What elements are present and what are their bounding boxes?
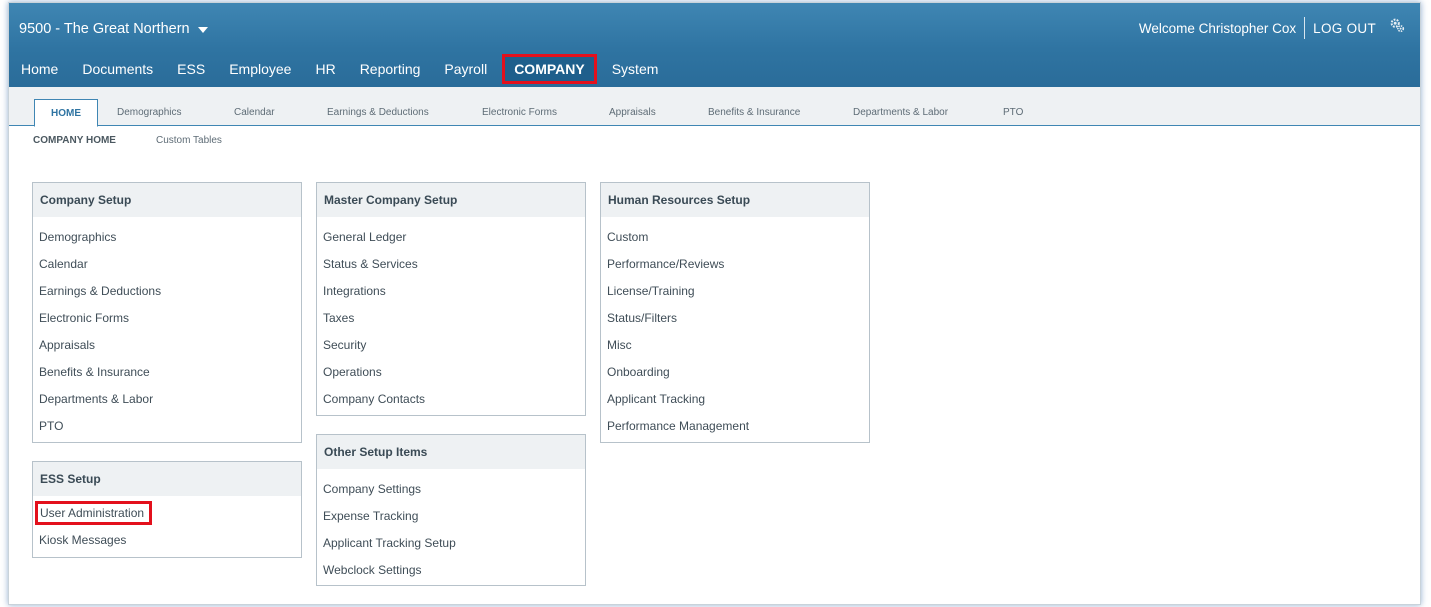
other-setup-items-panel: Other Setup Items Company Settings Expen… [316,434,586,586]
panel-title: Company Setup [33,183,301,217]
link-company-contacts[interactable]: Company Contacts [317,386,585,413]
link-applicant-tracking-setup[interactable]: Applicant Tracking Setup [317,530,585,557]
link-company-settings[interactable]: Company Settings [317,476,585,503]
tab-electronic-forms[interactable]: Electronic Forms [482,100,557,126]
tab-benefits-insurance[interactable]: Benefits & Insurance [708,100,800,126]
link-license-training[interactable]: License/Training [601,278,869,305]
link-calendar[interactable]: Calendar [33,251,301,278]
link-kiosk-messages[interactable]: Kiosk Messages [33,527,301,554]
main-nav: Home Documents ESS Employee HR Reporting… [9,51,670,87]
link-integrations[interactable]: Integrations [317,278,585,305]
tab-appraisals[interactable]: Appraisals [609,100,656,126]
nav-home[interactable]: Home [9,54,70,84]
tab-earnings-deductions[interactable]: Earnings & Deductions [327,100,429,126]
app-window: 9500 - The Great Northern Welcome Christ… [8,2,1421,605]
user-area: Welcome Christopher Cox LOG OUT [1139,17,1406,39]
link-status-services[interactable]: Status & Services [317,251,585,278]
link-status-filters[interactable]: Status/Filters [601,305,869,332]
link-electronic-forms[interactable]: Electronic Forms [33,305,301,332]
tab-demographics[interactable]: Demographics [117,100,181,126]
link-benefits-insurance[interactable]: Benefits & Insurance [33,359,301,386]
panel-title: ESS Setup [33,462,301,496]
link-taxes[interactable]: Taxes [317,305,585,332]
gears-icon[interactable] [1388,16,1406,34]
nav-payroll[interactable]: Payroll [432,54,499,84]
link-onboarding[interactable]: Onboarding [601,359,869,386]
nav-employee[interactable]: Employee [217,54,303,84]
link-expense-tracking[interactable]: Expense Tracking [317,503,585,530]
nav-hr[interactable]: HR [303,54,347,84]
link-label: User Administration [35,501,153,525]
link-appraisals[interactable]: Appraisals [33,332,301,359]
tab-home[interactable]: HOME [34,99,98,127]
company-selector-dropdown[interactable]: 9500 - The Great Northern [19,21,208,37]
panel-title: Other Setup Items [317,435,585,469]
human-resources-setup-panel: Human Resources Setup Custom Performance… [600,182,870,443]
link-general-ledger[interactable]: General Ledger [317,224,585,251]
link-applicant-tracking[interactable]: Applicant Tracking [601,386,869,413]
link-webclock-settings[interactable]: Webclock Settings [317,557,585,584]
link-custom[interactable]: Custom [601,224,869,251]
welcome-text: Welcome Christopher Cox [1138,20,1297,36]
link-security[interactable]: Security [317,332,585,359]
panel-title: Human Resources Setup [601,183,869,217]
link-earnings-deductions[interactable]: Earnings & Deductions [33,278,301,305]
master-company-setup-panel: Master Company Setup General Ledger Stat… [316,182,586,416]
link-departments-labor[interactable]: Departments & Labor [33,386,301,413]
company-name: 9500 - The Great Northern [19,21,190,37]
nav-company[interactable]: COMPANY [502,54,597,84]
panel-title: Master Company Setup [317,183,585,217]
link-operations[interactable]: Operations [317,359,585,386]
tab-pto[interactable]: PTO [1003,100,1023,126]
link-pto[interactable]: PTO [33,413,301,440]
chevron-down-icon [197,27,208,33]
top-header: 9500 - The Great Northern Welcome Christ… [9,3,1420,87]
subtab-company-home[interactable]: COMPANY HOME [33,135,116,146]
divider [1304,17,1306,39]
company-tabs: HOME Demographics Calendar Earnings & De… [9,87,1420,127]
nav-documents[interactable]: Documents [70,54,165,84]
nav-system[interactable]: System [600,54,671,84]
company-setup-panel: Company Setup Demographics Calendar Earn… [32,182,302,443]
logout-link[interactable]: LOG OUT [1313,21,1376,36]
link-user-administration[interactable]: User Administration [33,500,301,527]
link-performance-management[interactable]: Performance Management [601,413,869,440]
ess-setup-panel: ESS Setup User Administration Kiosk Mess… [32,461,302,558]
link-demographics[interactable]: Demographics [33,224,301,251]
tab-calendar[interactable]: Calendar [234,100,275,126]
tab-departments-labor[interactable]: Departments & Labor [853,100,948,126]
link-misc[interactable]: Misc [601,332,869,359]
nav-ess[interactable]: ESS [165,54,217,84]
subtab-custom-tables[interactable]: Custom Tables [156,135,222,146]
link-performance-reviews[interactable]: Performance/Reviews [601,251,869,278]
secondary-tabs: COMPANY HOME Custom Tables [33,135,222,146]
nav-reporting[interactable]: Reporting [348,54,433,84]
